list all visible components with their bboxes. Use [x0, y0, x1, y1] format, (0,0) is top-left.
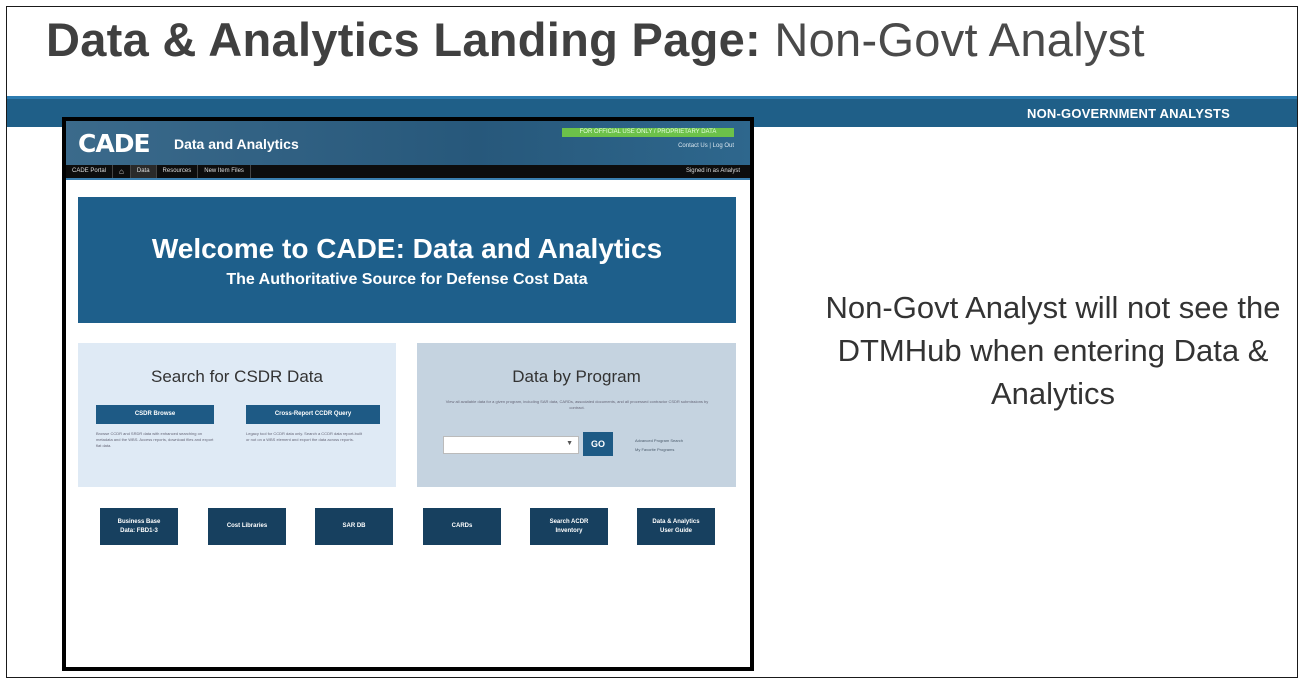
welcome-subheading: The Authoritative Source for Defense Cos… — [226, 271, 588, 288]
home-icon[interactable]: ⌂ — [113, 165, 131, 178]
ccdr-query-desc: Legacy tool for CCDR data only. Search a… — [246, 431, 362, 442]
slide-note: Non-Govt Analyst will not see the DTMHub… — [825, 290, 1281, 411]
top-nav: CADE Portal ⌂ Data Resources New Item Fi… — [66, 165, 750, 180]
csdr-browse-desc: Browse CCDR and SRDR data with enhanced … — [96, 431, 214, 448]
band-label: NON-GOVERNMENT ANALYSTS — [1027, 106, 1230, 121]
tile-search-acdr-inventory[interactable]: Search ACDR Inventory — [530, 508, 608, 545]
favorite-programs-link[interactable]: My Favorite Programs — [635, 447, 674, 452]
tile-sar-db[interactable]: SAR DB — [315, 508, 393, 545]
chevron-down-icon: ▼ — [566, 440, 573, 447]
slide-title-light: Non-Govt Analyst — [774, 13, 1145, 66]
tile-cost-libraries[interactable]: Cost Libraries — [208, 508, 286, 545]
cade-logo[interactable]: CADE — [78, 129, 151, 158]
tile-user-guide[interactable]: Data & Analytics User Guide — [637, 508, 715, 545]
advanced-program-search-link[interactable]: Advanced Program Search — [635, 438, 683, 443]
nav-data[interactable]: Data — [130, 165, 157, 178]
app-window: CADE Data and Analytics FOR OFFICIAL USE… — [66, 121, 750, 667]
program-select[interactable]: ▼ — [443, 436, 579, 454]
top-links[interactable]: Contact Us | Log Out — [678, 143, 734, 149]
welcome-banner: Welcome to CADE: Data and Analytics The … — [78, 197, 736, 323]
csdr-search-card: Search for CSDR Data CSDR Browse Cross-R… — [78, 343, 396, 487]
go-button[interactable]: GO — [583, 432, 613, 456]
app-title: Data and Analytics — [174, 136, 299, 152]
csdr-card-title: Search for CSDR Data — [151, 367, 323, 386]
signed-in-status: Signed in as Analyst — [685, 168, 740, 174]
cui-banner: FOR OFFICIAL USE ONLY / PROPRIETARY DATA — [562, 128, 734, 137]
tile-cards[interactable]: CARDs — [423, 508, 501, 545]
slide-title-bold: Data & Analytics Landing Page: — [46, 13, 762, 66]
nav-cade-portal[interactable]: CADE Portal — [66, 165, 114, 178]
program-desc: View all available data for a given prog… — [445, 399, 709, 410]
slide-title: Data & Analytics Landing Page: Non-Govt … — [46, 12, 1145, 67]
app-header: CADE Data and Analytics FOR OFFICIAL USE… — [66, 121, 750, 165]
welcome-heading: Welcome to CADE: Data and Analytics — [151, 233, 663, 264]
ccdr-query-button[interactable]: Cross-Report CCDR Query — [246, 405, 380, 424]
nav-resources[interactable]: Resources — [157, 165, 199, 178]
app-screenshot: CADE Data and Analytics FOR OFFICIAL USE… — [62, 117, 754, 671]
tile-business-base-data[interactable]: Business Base Data: FBD1-3 — [100, 508, 178, 545]
data-by-program-card: Data by Program View all available data … — [417, 343, 736, 487]
nav-new-item-files[interactable]: New Item Files — [198, 165, 251, 178]
csdr-browse-button[interactable]: CSDR Browse — [96, 405, 214, 424]
program-card-title: Data by Program — [512, 367, 641, 386]
